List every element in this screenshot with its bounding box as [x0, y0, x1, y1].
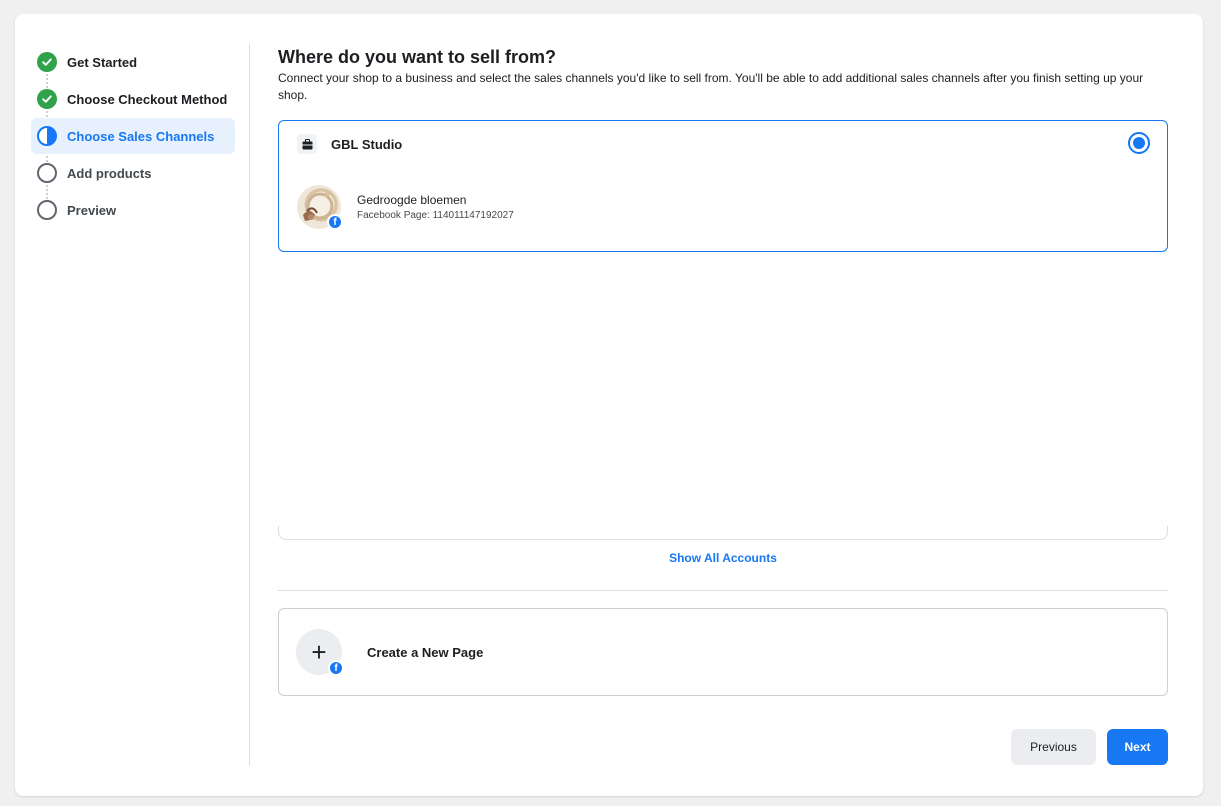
setup-card: Get Started Choose Checkout Method Choos…: [15, 14, 1203, 796]
facebook-icon: f: [328, 660, 344, 676]
page-name: Gedroogde bloemen: [357, 192, 467, 207]
facebook-page-row: f Gedroogde bloemen Facebook Page: 11401…: [297, 185, 514, 230]
check-circle-icon: [37, 89, 57, 109]
next-button[interactable]: Next: [1107, 729, 1168, 765]
step-label: Add products: [67, 165, 152, 181]
page-details: Gedroogde bloemen Facebook Page: 1140111…: [357, 192, 514, 223]
main-header: Where do you want to sell from? Connect …: [278, 46, 1168, 104]
setup-stepper: Get Started Choose Checkout Method Choos…: [31, 44, 235, 228]
section-divider: [278, 590, 1168, 591]
step-label: Choose Checkout Method: [67, 91, 228, 107]
previous-button[interactable]: Previous: [1011, 729, 1096, 765]
step-preview[interactable]: Preview: [31, 192, 235, 228]
business-header: GBL Studio: [297, 134, 402, 154]
step-label: Preview: [67, 202, 117, 218]
step-label: Get Started: [67, 54, 138, 70]
half-circle-icon: [37, 126, 57, 146]
show-all-accounts-link[interactable]: Show All Accounts: [278, 551, 1168, 565]
step-choose-sales-channels[interactable]: Choose Sales Channels: [31, 118, 235, 154]
empty-circle-icon: [37, 200, 57, 220]
create-page-icon-wrap: + f: [296, 629, 344, 676]
page-id: Facebook Page: 114011147192027: [357, 209, 514, 221]
step-get-started[interactable]: Get Started: [31, 44, 235, 80]
create-page-label: Create a New Page: [367, 644, 484, 660]
radio-selected-dot: [1133, 137, 1145, 149]
step-choose-checkout-method[interactable]: Choose Checkout Method: [31, 81, 235, 117]
account-list-bottom-edge: [278, 526, 1168, 540]
page-title: Where do you want to sell from?: [278, 47, 557, 67]
create-new-page-option[interactable]: + f Create a New Page: [278, 608, 1168, 696]
sidebar-divider: [249, 44, 250, 766]
step-add-products[interactable]: Add products: [31, 155, 235, 191]
business-radio[interactable]: [1128, 132, 1150, 154]
check-circle-icon: [37, 52, 57, 72]
business-name: GBL Studio: [331, 136, 403, 152]
empty-circle-icon: [37, 163, 57, 183]
facebook-icon: f: [327, 214, 343, 230]
page-avatar: f: [297, 185, 343, 230]
briefcase-icon: [297, 134, 317, 154]
business-option-card[interactable]: GBL Studio f Gedroogde bloemen Facebook …: [278, 120, 1168, 252]
step-label: Choose Sales Channels: [67, 128, 215, 144]
page-subtitle: Connect your shop to a business and sele…: [278, 71, 1144, 102]
